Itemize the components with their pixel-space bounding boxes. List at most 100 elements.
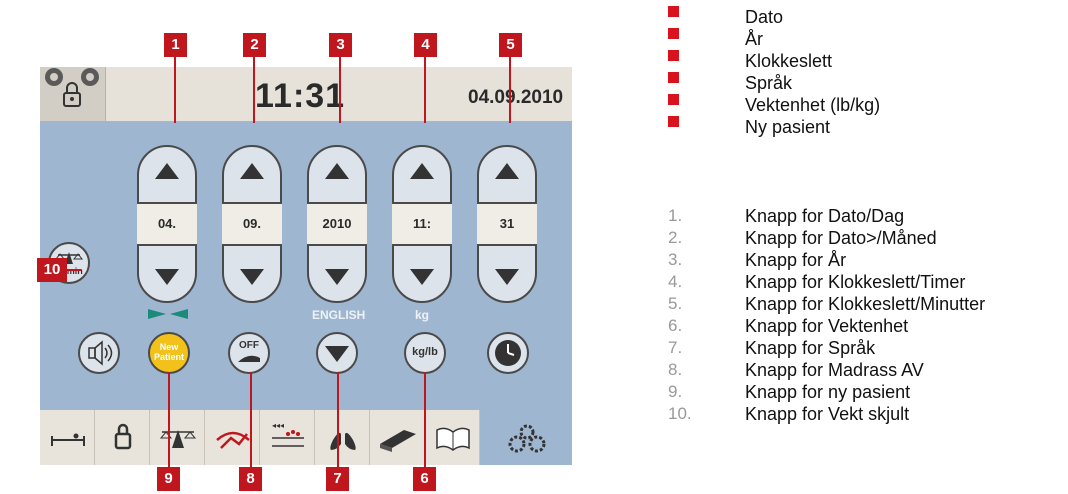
callout-1: 1 xyxy=(164,33,187,57)
hour-spinner: 11: xyxy=(392,145,452,303)
legend-item: År xyxy=(668,26,1058,49)
nav-bed-button[interactable] xyxy=(40,410,95,465)
callout-line xyxy=(168,372,170,468)
legend-item: Ny pasient xyxy=(668,114,1058,137)
legend-item: Dato xyxy=(668,4,1058,27)
year-value: 2010 xyxy=(307,202,367,246)
gears-icon xyxy=(508,424,546,453)
legend-item: Vektenhet (lb/kg) xyxy=(668,92,1058,115)
minute-spinner: 31 xyxy=(477,145,537,303)
list-item: 3. Knapp for År xyxy=(668,250,847,270)
day-up-button[interactable] xyxy=(139,147,195,195)
list-item: 1. Knapp for Dato/Dag xyxy=(668,206,905,226)
settings-lock-button[interactable] xyxy=(40,67,106,121)
callout-3: 3 xyxy=(329,33,352,57)
month-down-button[interactable] xyxy=(224,253,280,301)
list-item: 6. Knapp for Vektenhet xyxy=(668,316,909,336)
month-spinner: 09. xyxy=(222,145,282,303)
unit-label: kg xyxy=(415,308,430,322)
lock-icon xyxy=(114,423,132,450)
numbered-list: 1. Knapp for Dato/Dag 2. Knapp for Dato>/M… xyxy=(668,206,1068,426)
day-spinner: 04. xyxy=(137,145,197,303)
arrow-down-icon xyxy=(325,269,349,285)
legend-item: Klokkeslett xyxy=(668,48,1058,71)
minute-value: 31 xyxy=(477,202,537,246)
arrow-up-icon xyxy=(155,163,179,179)
arrow-up-icon xyxy=(325,163,349,179)
arrow-down-icon xyxy=(155,269,179,285)
callout-line xyxy=(339,57,341,123)
pulsation-icon: ◂◂◂ xyxy=(272,421,304,447)
minute-up-button[interactable] xyxy=(479,147,535,195)
top-bar: 11:31 04.09.2010 xyxy=(40,67,572,121)
callout-line xyxy=(174,57,176,123)
list-item: 5. Knapp for Klokkeslett/Minutter xyxy=(668,294,986,314)
arrow-down-icon xyxy=(325,346,349,362)
arrow-down-icon xyxy=(240,269,264,285)
kg-lb-label: kg/lb xyxy=(412,346,438,358)
hour-value: 11: xyxy=(392,202,452,246)
device-screen: 11:31 04.09.2010 04. 09. 2010 11: 31 1 m xyxy=(40,67,572,465)
list-item: 4. Knapp for Klokkeslett/Timer xyxy=(668,272,966,292)
list-item: 2. Knapp for Dato>/Måned xyxy=(668,228,937,248)
arrow-up-icon xyxy=(495,163,519,179)
minute-down-button[interactable] xyxy=(479,253,535,301)
month-up-button[interactable] xyxy=(224,147,280,195)
hour-up-button[interactable] xyxy=(394,147,450,195)
nav-scale-button[interactable] xyxy=(150,410,205,465)
clock-button[interactable] xyxy=(487,332,529,374)
callout-7: 7 xyxy=(326,467,349,491)
patient-turn-icon xyxy=(216,431,250,449)
callout-8: 8 xyxy=(239,467,262,491)
clock-date: 04.09.2010 xyxy=(468,87,564,108)
year-down-button[interactable] xyxy=(309,253,365,301)
new-patient-button[interactable]: New Patient xyxy=(148,332,190,374)
callout-line xyxy=(67,269,81,271)
mattress-block-icon xyxy=(380,430,416,452)
language-marker-icon xyxy=(148,309,188,319)
callout-9: 9 xyxy=(157,467,180,491)
day-down-button[interactable] xyxy=(139,253,195,301)
arrow-down-icon xyxy=(495,269,519,285)
arrow-up-icon xyxy=(240,163,264,179)
nav-settings-button[interactable] xyxy=(480,410,572,465)
nav-pulsation-button[interactable]: ◂◂◂ xyxy=(260,410,315,465)
book-icon xyxy=(436,427,470,451)
year-spinner: 2010 xyxy=(307,145,367,303)
clock-icon xyxy=(495,340,521,366)
arrow-up-icon xyxy=(410,163,434,179)
year-up-button[interactable] xyxy=(309,147,365,195)
sound-button[interactable] xyxy=(78,332,120,374)
settings-lock-icon xyxy=(45,68,99,107)
bottom-nav-bar: ◂◂◂ xyxy=(40,410,572,465)
nav-lungs-button[interactable] xyxy=(315,410,370,465)
language-button[interactable] xyxy=(316,332,358,374)
mattress-off-button[interactable]: OFF xyxy=(228,332,270,374)
arrow-down-icon xyxy=(410,269,434,285)
new-patient-text: New Patient xyxy=(150,342,188,362)
new-patient-line1: New xyxy=(159,342,179,352)
hour-down-button[interactable] xyxy=(394,253,450,301)
color-legend: Dato År Klokkeslett Språk Vektenhet (lb/… xyxy=(668,4,1058,137)
new-patient-line2: Patient xyxy=(153,352,184,362)
unit-button[interactable]: kg/lb xyxy=(404,332,446,374)
callout-10: 10 xyxy=(37,258,67,282)
bed-icon xyxy=(51,433,85,446)
nav-lock-button[interactable] xyxy=(95,410,150,465)
month-value: 09. xyxy=(222,202,282,246)
list-item: 7. Knapp for Språk xyxy=(668,338,876,358)
callout-line xyxy=(424,372,426,468)
nav-mattress-button[interactable] xyxy=(370,410,425,465)
callout-2: 2 xyxy=(243,33,266,57)
svg-text:◂◂◂: ◂◂◂ xyxy=(272,421,284,430)
lungs-icon xyxy=(330,426,356,450)
callout-6: 6 xyxy=(413,467,436,491)
scale-icon xyxy=(159,430,197,448)
list-item: 9. Knapp for ny pasient xyxy=(668,382,911,402)
callout-5: 5 xyxy=(499,33,522,57)
speaker-icon xyxy=(88,340,113,366)
legend-item: Språk xyxy=(668,70,1058,93)
nav-manual-button[interactable] xyxy=(425,410,480,465)
callout-line xyxy=(337,372,339,468)
callout-line xyxy=(424,57,426,123)
